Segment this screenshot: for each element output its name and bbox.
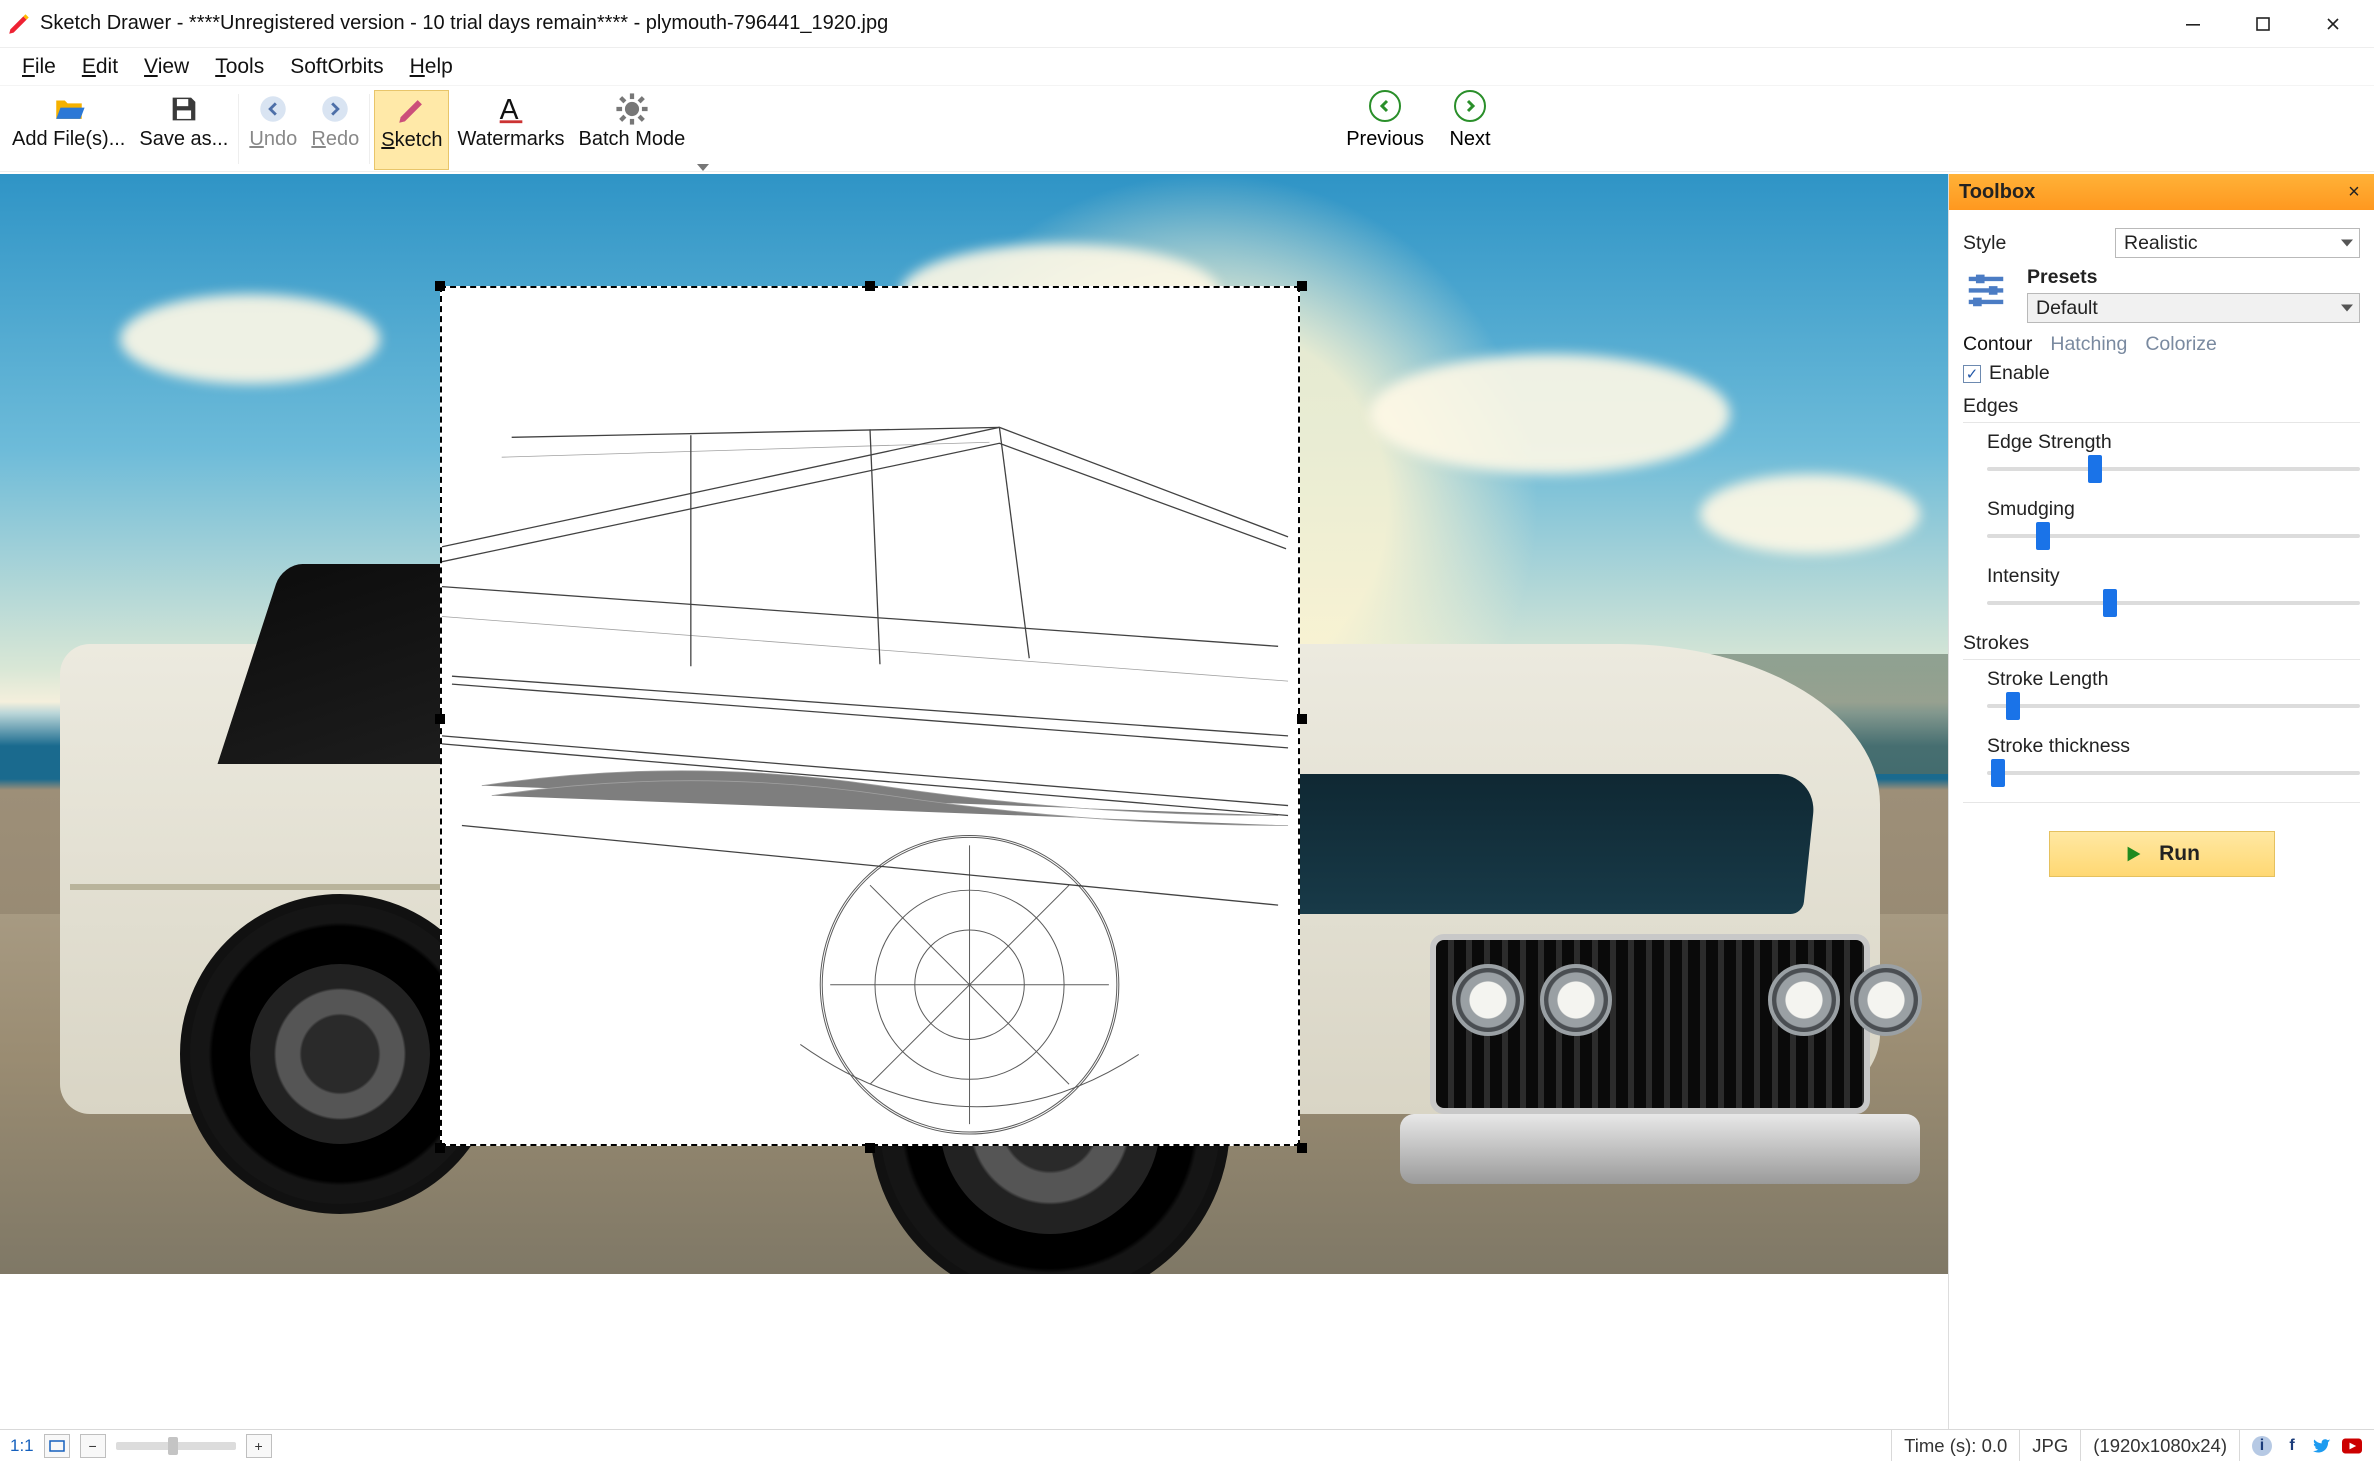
stroke-thickness-slider[interactable]: [1987, 762, 2360, 784]
facebook-icon[interactable]: f: [2282, 1436, 2302, 1456]
save-icon: [167, 92, 201, 126]
tab-hatching[interactable]: Hatching: [2050, 333, 2127, 356]
selection-handle[interactable]: [435, 714, 445, 724]
run-button[interactable]: Run: [2049, 831, 2275, 877]
minimize-button[interactable]: [2158, 0, 2228, 48]
app-icon: [6, 11, 32, 37]
twitter-icon[interactable]: [2312, 1436, 2332, 1456]
fit-window-button[interactable]: [44, 1434, 70, 1458]
toolbox-tabs: Contour Hatching Colorize: [1963, 333, 2360, 356]
toolbox-header: Toolbox ×: [1949, 174, 2374, 210]
zoom-in-button[interactable]: +: [246, 1434, 272, 1458]
youtube-icon[interactable]: [2342, 1436, 2362, 1456]
selection-handle[interactable]: [435, 281, 445, 291]
stroke-length-slider[interactable]: [1987, 695, 2360, 717]
toolbar: Add File(s)... Save as... Undo Redo Sket…: [0, 86, 2374, 172]
zoom-slider[interactable]: [116, 1442, 236, 1450]
chevron-down-icon: [2341, 305, 2353, 312]
batch-mode-button[interactable]: Batch Mode: [573, 90, 692, 170]
menubar: File Edit View Tools SoftOrbits Help: [0, 48, 2374, 86]
menu-help[interactable]: Help: [398, 51, 465, 83]
status-time: Time (s): 0.0: [1891, 1430, 2019, 1461]
menu-edit[interactable]: Edit: [70, 51, 130, 83]
enable-checkbox[interactable]: ✓Enable: [1963, 362, 2360, 385]
close-button[interactable]: [2298, 0, 2368, 48]
intensity-slider[interactable]: [1987, 592, 2360, 614]
canvas-background: [0, 1274, 1948, 1429]
tab-colorize[interactable]: Colorize: [2145, 333, 2217, 356]
selection-handle[interactable]: [1297, 714, 1307, 724]
save-as-button[interactable]: Save as...: [133, 90, 234, 170]
selection-handle[interactable]: [865, 281, 875, 291]
stroke-length-label: Stroke Length: [1987, 668, 2360, 691]
presets-dropdown[interactable]: Default: [2027, 293, 2360, 323]
edge-strength-slider[interactable]: [1987, 458, 2360, 480]
social-links: i f: [2239, 1430, 2374, 1461]
pencil-icon: [395, 93, 429, 127]
zoom-out-button[interactable]: −: [80, 1434, 106, 1458]
nav-group: Previous Next: [1346, 90, 1508, 151]
next-button[interactable]: Next: [1432, 90, 1508, 151]
selection-handle[interactable]: [435, 1143, 445, 1153]
smudging-label: Smudging: [1987, 498, 2360, 521]
maximize-button[interactable]: [2228, 0, 2298, 48]
status-format: JPG: [2019, 1430, 2080, 1461]
close-icon[interactable]: ×: [2344, 181, 2364, 204]
titlebar: Sketch Drawer - ****Unregistered version…: [0, 0, 2374, 48]
window-title: Sketch Drawer - ****Unregistered version…: [40, 12, 888, 35]
canvas-area[interactable]: [0, 174, 1948, 1429]
presets-icon: [1963, 266, 2009, 312]
chevron-down-icon: [2341, 240, 2353, 247]
smudging-slider[interactable]: [1987, 525, 2360, 547]
redo-button[interactable]: Redo: [305, 90, 365, 170]
style-label: Style: [1963, 232, 2103, 255]
menu-softorbits[interactable]: SoftOrbits: [278, 51, 395, 83]
style-dropdown[interactable]: Realistic: [2115, 228, 2360, 258]
sketch-button[interactable]: Sketch: [374, 90, 449, 170]
folder-open-icon: [52, 92, 86, 126]
previous-button[interactable]: Previous: [1346, 90, 1424, 151]
undo-icon: [256, 92, 290, 126]
selection-handle[interactable]: [1297, 1143, 1307, 1153]
play-icon: [2123, 843, 2145, 865]
menu-tools[interactable]: Tools: [203, 51, 276, 83]
redo-icon: [318, 92, 352, 126]
toolbox-panel: Toolbox × Style Realistic Presets Defaul…: [1948, 174, 2374, 1429]
statusbar: 1:1 − + Time (s): 0.0 JPG (1920x1080x24)…: [0, 1429, 2374, 1461]
status-dimensions: (1920x1080x24): [2080, 1430, 2239, 1461]
add-files-button[interactable]: Add File(s)...: [6, 90, 131, 170]
selection-handle[interactable]: [865, 1143, 875, 1153]
edge-strength-label: Edge Strength: [1987, 431, 2360, 454]
presets-label: Presets: [2027, 266, 2360, 289]
undo-button[interactable]: Undo: [243, 90, 303, 170]
watermarks-button[interactable]: A Watermarks: [451, 90, 570, 170]
gear-icon: [615, 92, 649, 126]
tab-contour[interactable]: Contour: [1963, 333, 2032, 356]
zoom-reset-button[interactable]: 1:1: [10, 1436, 34, 1456]
selection-handle[interactable]: [1297, 281, 1307, 291]
strokes-group-label: Strokes: [1963, 632, 2360, 655]
menu-view[interactable]: View: [132, 51, 201, 83]
intensity-label: Intensity: [1987, 565, 2360, 588]
stroke-thickness-label: Stroke thickness: [1987, 735, 2360, 758]
arrow-left-icon: [1369, 90, 1401, 122]
edges-group-label: Edges: [1963, 395, 2360, 418]
image-preview: [0, 174, 1948, 1274]
text-icon: A: [494, 92, 528, 126]
info-icon[interactable]: i: [2252, 1436, 2272, 1456]
arrow-right-icon: [1454, 90, 1486, 122]
menu-file[interactable]: File: [10, 51, 68, 83]
selection-rectangle[interactable]: [440, 286, 1300, 1146]
toolbar-overflow-icon[interactable]: [697, 164, 709, 171]
